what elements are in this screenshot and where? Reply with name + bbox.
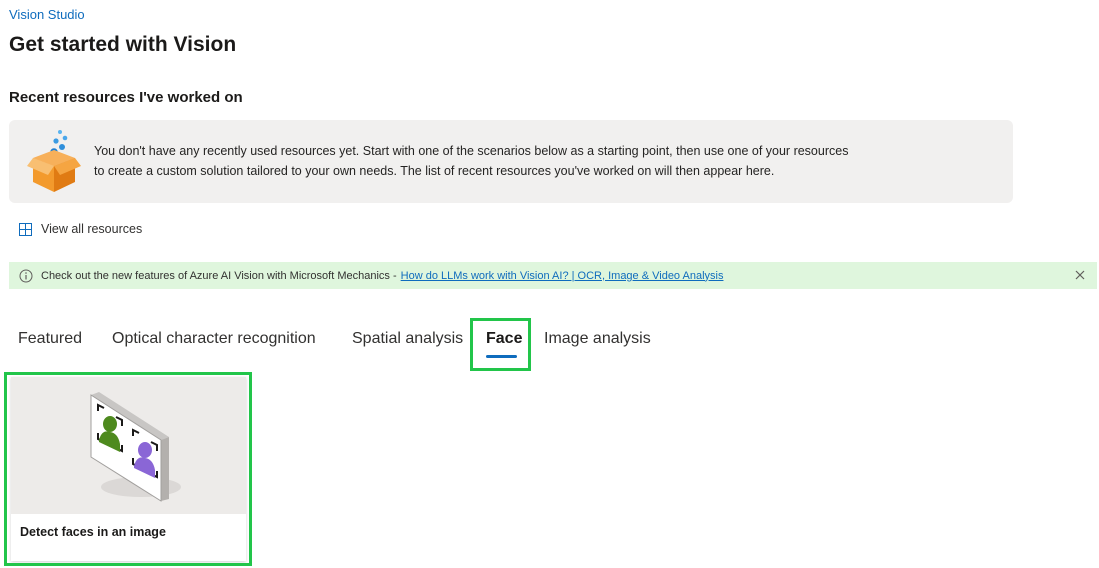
recent-resources-heading: Recent resources I've worked on: [9, 89, 243, 106]
tab-image-analysis[interactable]: Image analysis: [544, 330, 651, 348]
card-image: [11, 377, 246, 514]
view-all-resources-link[interactable]: View all resources: [19, 222, 142, 236]
recent-resources-empty-card: You don't have any recently used resourc…: [9, 120, 1013, 203]
view-all-resources-label[interactable]: View all resources: [41, 222, 142, 236]
face-detection-illustration: [90, 392, 181, 502]
tab-spatial-analysis[interactable]: Spatial analysis: [352, 330, 463, 348]
empty-message-line-1: You don't have any recently used resourc…: [94, 144, 849, 158]
page-title: Get started with Vision: [9, 33, 237, 56]
tab-featured[interactable]: Featured: [18, 330, 82, 348]
tab-optical-character-recognition[interactable]: Optical character recognition: [112, 330, 316, 348]
open-box-icon: [27, 130, 81, 192]
info-banner: Check out the new features of Azure AI V…: [9, 262, 1097, 289]
info-icon: [19, 269, 33, 282]
banner-text: Check out the new features of Azure AI V…: [41, 269, 397, 282]
scenario-card-label: Detect faces in an image: [20, 525, 166, 539]
grid-icon: [19, 222, 32, 236]
breadcrumb[interactable]: Vision Studio: [9, 7, 85, 22]
tab-face[interactable]: Face: [486, 330, 522, 348]
empty-message-line-2: to create a custom solution tailored to …: [94, 163, 775, 178]
scenario-card-detect-faces[interactable]: Detect faces in an image: [11, 377, 246, 561]
active-tab-indicator: [486, 355, 517, 358]
banner-link[interactable]: How do LLMs work with Vision AI? | OCR, …: [401, 270, 724, 282]
close-icon[interactable]: [1073, 267, 1087, 283]
scenario-tabs: Featured Optical character recognition S…: [0, 318, 700, 370]
